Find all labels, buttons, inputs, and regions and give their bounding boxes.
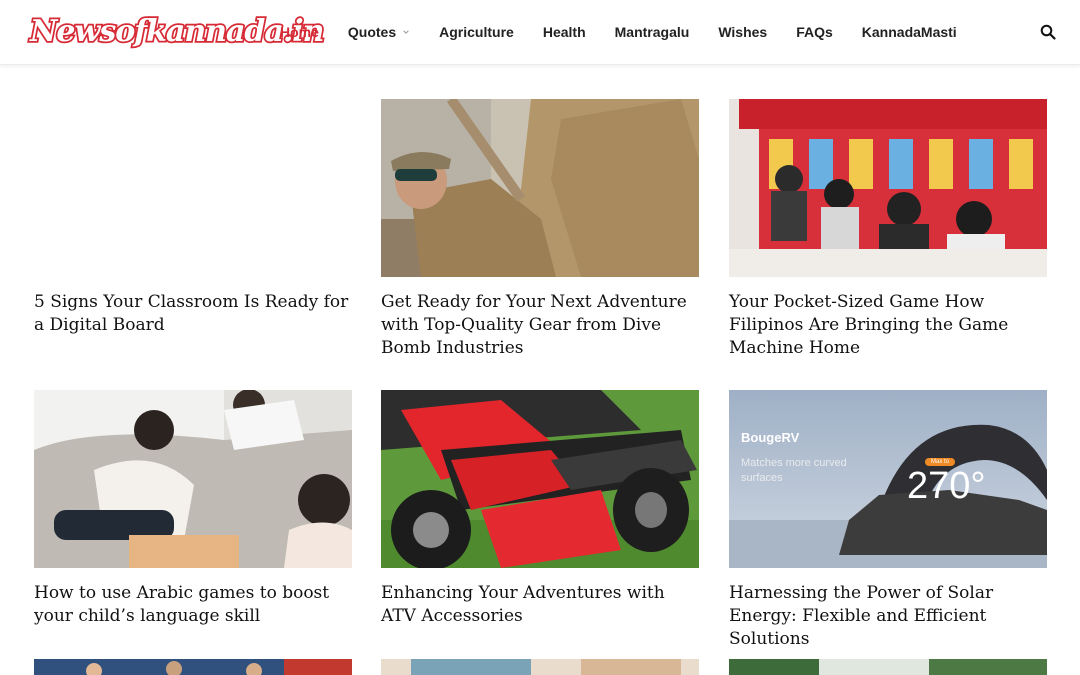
article-title[interactable]: Enhancing Your Adventures with ATV Acces… xyxy=(381,582,699,628)
article-image[interactable] xyxy=(729,99,1047,277)
nav-mantragalu-label: Mantragalu xyxy=(614,24,690,40)
nav-kannadamasti[interactable]: KannadaMasti xyxy=(862,24,957,40)
nav-health[interactable]: Health xyxy=(543,24,586,40)
article-card: BougeRV Matches more curved surfaces Max… xyxy=(729,390,1047,651)
nav-faqs[interactable]: FAQs xyxy=(796,24,833,40)
nav-quotes-label: Quotes xyxy=(347,24,397,40)
nav-quotes[interactable]: Quotes xyxy=(348,24,410,40)
article-card-partial xyxy=(729,659,1047,675)
article-card: Enhancing Your Adventures with ATV Acces… xyxy=(381,390,699,628)
chevron-down-icon xyxy=(403,30,409,34)
nav-wishes[interactable]: Wishes xyxy=(718,24,767,40)
nav-agriculture-label: Agriculture xyxy=(439,24,514,40)
site-header: Newsofkannada.in Home Quotes Agriculture… xyxy=(0,0,1080,65)
article-title[interactable]: 5 Signs Your Classroom Is Ready for a Di… xyxy=(34,291,352,337)
article-title[interactable]: Your Pocket-Sized Game How Filipinos Are… xyxy=(729,291,1047,360)
article-card-partial xyxy=(381,659,699,675)
nav-agriculture[interactable]: Agriculture xyxy=(439,24,514,40)
article-grid: 5 Signs Your Classroom Is Ready for a Di… xyxy=(0,0,1080,675)
main-nav: Home Quotes Agriculture Health Mantragal… xyxy=(280,0,986,64)
nav-wishes-label: Wishes xyxy=(718,24,768,40)
site-logo[interactable]: Newsofkannada.in xyxy=(28,10,326,54)
ad-tagline: Matches more curved surfaces xyxy=(741,457,847,484)
article-image[interactable] xyxy=(381,659,699,675)
search-icon[interactable] xyxy=(1040,24,1056,40)
nav-home[interactable]: Home xyxy=(280,24,319,40)
article-image[interactable] xyxy=(381,390,699,568)
nav-faqs-label: FAQs xyxy=(796,24,833,40)
article-card: Get Ready for Your Next Adventure with T… xyxy=(381,99,699,360)
article-card: Your Pocket-Sized Game How Filipinos Are… xyxy=(729,99,1047,360)
article-card: 5 Signs Your Classroom Is Ready for a Di… xyxy=(34,99,352,337)
article-image[interactable]: BougeRV Matches more curved surfaces Max… xyxy=(729,390,1047,568)
nav-mantragalu[interactable]: Mantragalu xyxy=(615,24,690,40)
article-image[interactable] xyxy=(34,659,352,675)
article-title[interactable]: Get Ready for Your Next Adventure with T… xyxy=(381,291,699,360)
article-title[interactable]: How to use Arabic games to boost your ch… xyxy=(34,582,352,628)
nav-home-label: Home xyxy=(280,24,319,40)
ad-brand-text: BougeRV xyxy=(741,430,800,445)
article-image[interactable] xyxy=(34,390,352,568)
article-card-partial xyxy=(34,659,352,675)
article-image[interactable] xyxy=(729,659,1047,675)
article-title[interactable]: Harnessing the Power of Solar Energy: Fl… xyxy=(729,582,1047,651)
nav-health-label: Health xyxy=(542,24,586,40)
article-image[interactable] xyxy=(381,99,699,277)
nav-kannadamasti-label: KannadaMasti xyxy=(861,24,957,40)
article-card: How to use Arabic games to boost your ch… xyxy=(34,390,352,628)
article-image-placeholder[interactable] xyxy=(34,99,352,277)
ad-degrees-text: 270° xyxy=(907,465,986,507)
